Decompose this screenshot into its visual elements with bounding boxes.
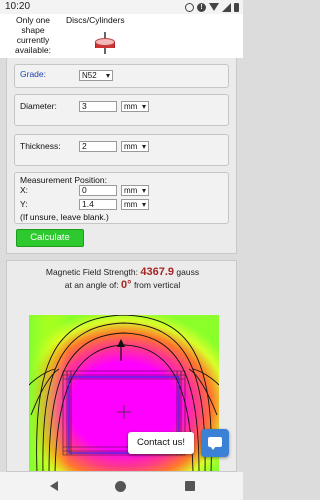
grade-box: Grade: N52 bbox=[14, 64, 229, 88]
calculate-button[interactable]: Calculate bbox=[16, 229, 84, 247]
calculator-form: Grade: N52 Diameter: 3 mm Thickness: 2 m… bbox=[6, 58, 237, 254]
thickness-box: Thickness: 2 mm bbox=[14, 134, 229, 166]
field-strength-unit: gauss bbox=[176, 267, 200, 277]
diameter-box: Diameter: 3 mm bbox=[14, 94, 229, 126]
y-input[interactable]: 1.4 bbox=[79, 199, 117, 210]
status-bar: 10:20 ! bbox=[0, 0, 243, 14]
angle-value: 0° bbox=[121, 279, 132, 291]
x-unit-select[interactable]: mm bbox=[121, 185, 149, 196]
diameter-label: Diameter: bbox=[20, 101, 57, 111]
shape-name: Discs/Cylinders bbox=[66, 15, 125, 25]
diameter-input[interactable]: 3 bbox=[79, 101, 117, 112]
field-strength-line: Magnetic Field Strength: 4367.9 gauss bbox=[7, 266, 236, 278]
position-label: Measurement Position: bbox=[20, 175, 107, 185]
alert-icon: ! bbox=[197, 2, 206, 12]
diameter-unit-select[interactable]: mm bbox=[121, 101, 149, 112]
back-icon[interactable] bbox=[50, 481, 58, 491]
chat-icon[interactable] bbox=[201, 429, 229, 457]
grade-select[interactable]: N52 bbox=[79, 70, 113, 81]
google-icon bbox=[185, 2, 194, 12]
chevron-down-icon bbox=[142, 203, 146, 207]
position-note: (If unsure, leave blank.) bbox=[20, 212, 109, 222]
shape-header: Only one shape currently available: Disc… bbox=[0, 14, 243, 58]
wifi-icon bbox=[209, 3, 219, 11]
x-input[interactable]: 0 bbox=[79, 185, 117, 196]
chevron-down-icon bbox=[142, 145, 146, 149]
field-angle-line: at an angle of: 0° from vertical bbox=[7, 279, 236, 291]
chevron-down-icon bbox=[106, 74, 110, 78]
field-strength-label: Magnetic Field Strength: bbox=[45, 267, 139, 277]
y-unit-select[interactable]: mm bbox=[121, 199, 149, 210]
contact-us-button[interactable]: Contact us! bbox=[128, 432, 194, 454]
chevron-down-icon bbox=[142, 105, 146, 109]
signal-icon bbox=[222, 2, 231, 12]
thickness-unit-select[interactable]: mm bbox=[121, 141, 149, 152]
position-box: Measurement Position: X: 0 mm Y: 1.4 mm … bbox=[14, 172, 229, 224]
home-icon[interactable] bbox=[115, 481, 126, 492]
angle-prefix: at an angle of: bbox=[64, 280, 119, 290]
y-label: Y: bbox=[20, 199, 28, 209]
x-label: X: bbox=[20, 185, 29, 195]
status-time: 10:20 bbox=[5, 1, 31, 12]
status-icons: ! bbox=[185, 1, 239, 13]
shape-note: Only one shape currently available: bbox=[15, 15, 51, 55]
recent-apps-icon[interactable] bbox=[185, 481, 195, 491]
disc-magnet-icon bbox=[95, 32, 115, 54]
navigation-bar bbox=[0, 472, 243, 500]
thickness-label: Thickness: bbox=[20, 141, 61, 151]
angle-suffix: from vertical bbox=[133, 280, 181, 290]
grade-label: Grade: bbox=[20, 69, 46, 79]
thickness-input[interactable]: 2 bbox=[79, 141, 117, 152]
field-strength-value: 4367.9 bbox=[140, 266, 175, 278]
chevron-down-icon bbox=[142, 189, 146, 193]
battery-icon bbox=[234, 2, 239, 12]
